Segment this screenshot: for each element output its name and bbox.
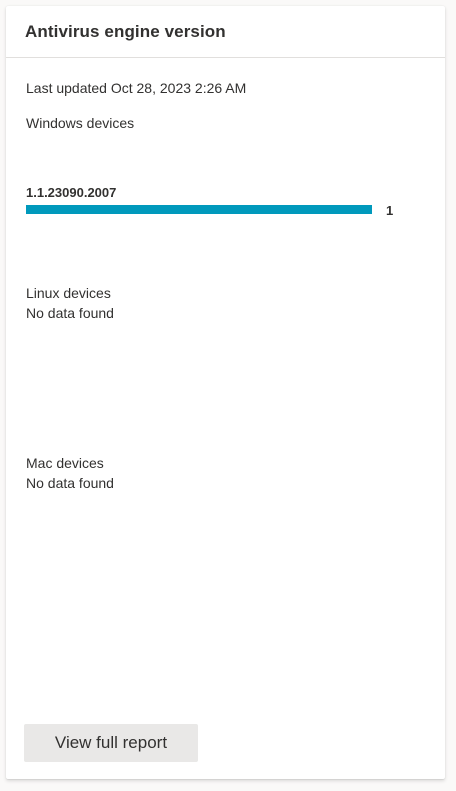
antivirus-engine-card: Antivirus engine version Last updated Oc…	[6, 6, 445, 779]
windows-bar-version-label: 1.1.23090.2007	[26, 185, 117, 200]
card-header: Antivirus engine version	[6, 6, 445, 58]
last-updated-text: Last updated Oct 28, 2023 2:26 AM	[26, 80, 247, 96]
windows-bar-count: 1	[386, 203, 394, 218]
mac-no-data-text: No data found	[26, 475, 114, 491]
windows-devices-label: Windows devices	[26, 115, 135, 131]
card-title: Antivirus engine version	[25, 21, 226, 41]
mac-devices-label: Mac devices	[26, 455, 104, 471]
linux-devices-label: Linux devices	[26, 285, 111, 301]
linux-no-data-text: No data found	[26, 305, 114, 321]
windows-bar-track	[26, 205, 372, 214]
windows-bar-fill[interactable]	[26, 205, 372, 214]
view-full-report-button[interactable]: View full report	[24, 724, 198, 762]
